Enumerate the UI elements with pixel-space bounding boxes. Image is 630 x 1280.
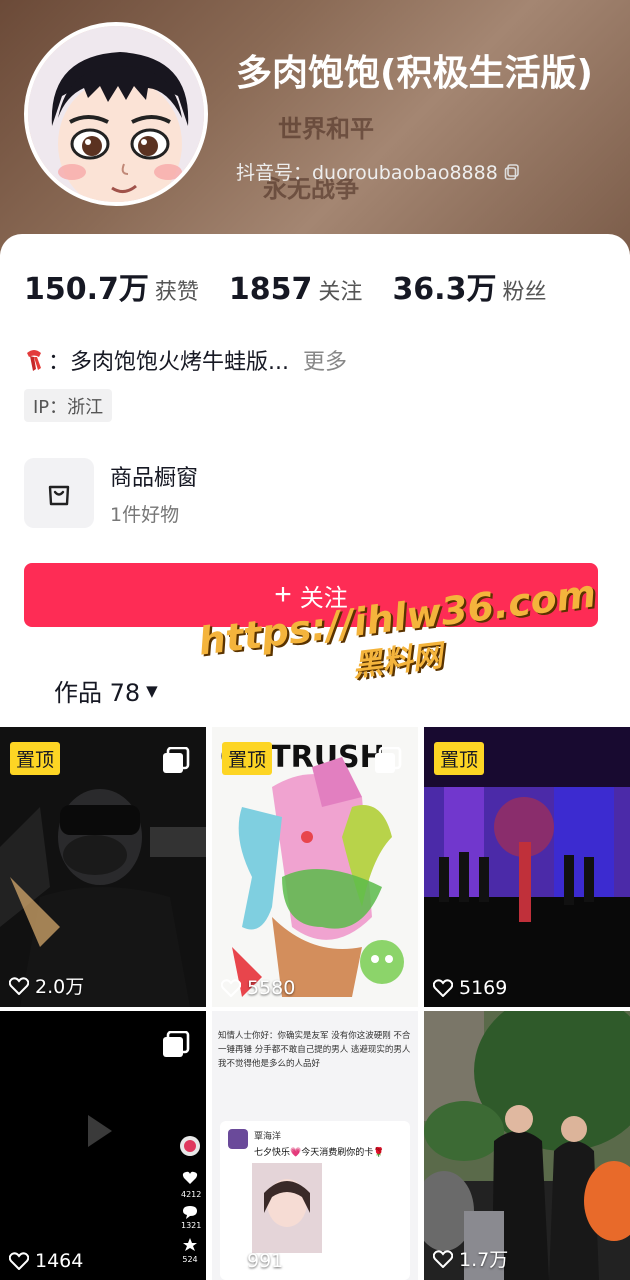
caret-down-icon: ▼	[146, 681, 158, 700]
tab-works[interactable]: 作品 78 ▼	[54, 673, 158, 708]
like-count: 1.7万	[433, 1245, 508, 1272]
post-screenshot-text: 知情人士你好：你确实是友军 没有你这波硬刚 不合一锤再锤 分手都不敢自己提的男人…	[218, 1031, 411, 1069]
stat-followers[interactable]: 36.3万 粉丝	[392, 264, 546, 308]
shop-subtitle: 1件好物	[110, 503, 180, 526]
profile-nickname: 多肉饱饱(积极生活版)	[236, 53, 593, 94]
like-count-text: 2.0万	[35, 976, 85, 998]
pinned-badge: 置顶	[10, 742, 61, 775]
like-count-text: 5580	[247, 977, 296, 999]
multi-image-icon	[375, 747, 402, 773]
sender-avatar	[228, 1129, 248, 1149]
shopping-bag-icon	[24, 458, 94, 528]
profile-stats: 150.7万 获赞 1857 关注 36.3万 粉丝	[24, 264, 576, 308]
stat-following[interactable]: 1857 关注	[229, 272, 363, 307]
video-tile[interactable]: GOTRUSH 置顶 5580	[212, 727, 418, 1007]
like-count-text: 991	[247, 1250, 284, 1272]
video-tile[interactable]: 置顶 2.0万	[0, 727, 206, 1007]
like-count: 5169	[433, 977, 507, 999]
photo-thumbnail	[252, 1163, 322, 1253]
stat-label: 粉丝	[502, 280, 547, 305]
heart-icon	[9, 976, 29, 995]
profile-bio[interactable]: ：多肉饱饱火烤牛蛙版... 更多	[24, 344, 347, 376]
video-tile[interactable]: 知情人士你好：你确实是友军 没有你这波硬刚 不合一锤再锤 分手都不敢自己提的男人…	[212, 1011, 418, 1280]
works-tab-label: 作品 78	[54, 679, 141, 707]
copy-icon[interactable]	[504, 163, 520, 180]
like-count: 1464	[9, 1250, 83, 1272]
heart-icon	[433, 979, 453, 997]
header-bg-text: 世界和平	[278, 115, 374, 143]
avatar-illustration	[28, 26, 204, 202]
video-grid: 置顶 2.0万 GOTRUSH 置顶 5580 置顶 5169 4212 132…	[0, 727, 630, 1280]
like-count: 991	[221, 1250, 283, 1272]
greeting-text: 七夕快乐💗今天消费刷你的卡🌹	[254, 1148, 385, 1158]
avatar[interactable]	[24, 22, 208, 206]
bio-text: ：多肉饱饱火烤牛蛙版...	[48, 350, 289, 375]
like-count-text: 1.7万	[459, 1249, 509, 1271]
ip-location-tag: IP：浙江	[24, 389, 113, 422]
stat-value: 1857	[228, 272, 313, 307]
like-count: 5580	[221, 977, 295, 999]
heart-icon	[9, 1252, 29, 1270]
video-tile[interactable]: 1.7万	[424, 1011, 630, 1280]
pinned-badge: 置顶	[434, 742, 485, 775]
stat-likes: 150.7万 获赞	[24, 264, 199, 308]
douyin-id-text: 抖音号：duoroubaobao8888	[236, 162, 498, 184]
scarf-icon	[27, 350, 41, 371]
heart-icon	[221, 1252, 241, 1270]
heart-icon	[433, 1249, 453, 1268]
shop-window[interactable]: 商品橱窗 1件好物	[24, 458, 198, 528]
video-thumbnail	[424, 1011, 630, 1280]
multi-image-icon	[163, 1031, 190, 1057]
shop-title: 商品橱窗	[110, 465, 199, 491]
douyin-id[interactable]: 抖音号：duoroubaobao8888	[236, 158, 520, 185]
video-tile[interactable]: 4212 1321 524 1464	[0, 1011, 206, 1280]
sender-name: 覃海洋	[254, 1132, 282, 1142]
side-comment-count: 1321	[181, 1221, 202, 1230]
video-tile[interactable]: 置顶 5169	[424, 727, 630, 1007]
like-count-text: 5169	[459, 977, 508, 999]
profile-header: 世界和平 永无战争 多肉饱饱(积极生活版) 抖音号：duoroubaobao88…	[0, 0, 630, 260]
multi-image-icon	[163, 747, 190, 773]
stat-value: 36.3万	[392, 272, 497, 307]
stat-label: 获赞	[154, 280, 199, 305]
side-like-count: 4212	[181, 1190, 202, 1199]
bio-more-link[interactable]: 更多	[303, 344, 347, 376]
stat-value: 150.7万	[24, 272, 149, 307]
plus-icon: +	[274, 578, 292, 611]
side-fav-count: 524	[182, 1255, 198, 1264]
heart-icon	[221, 979, 241, 997]
like-count-text: 1464	[35, 1250, 84, 1272]
like-count: 2.0万	[9, 972, 84, 999]
pinned-badge: 置顶	[222, 742, 273, 775]
stat-label: 关注	[318, 280, 363, 305]
